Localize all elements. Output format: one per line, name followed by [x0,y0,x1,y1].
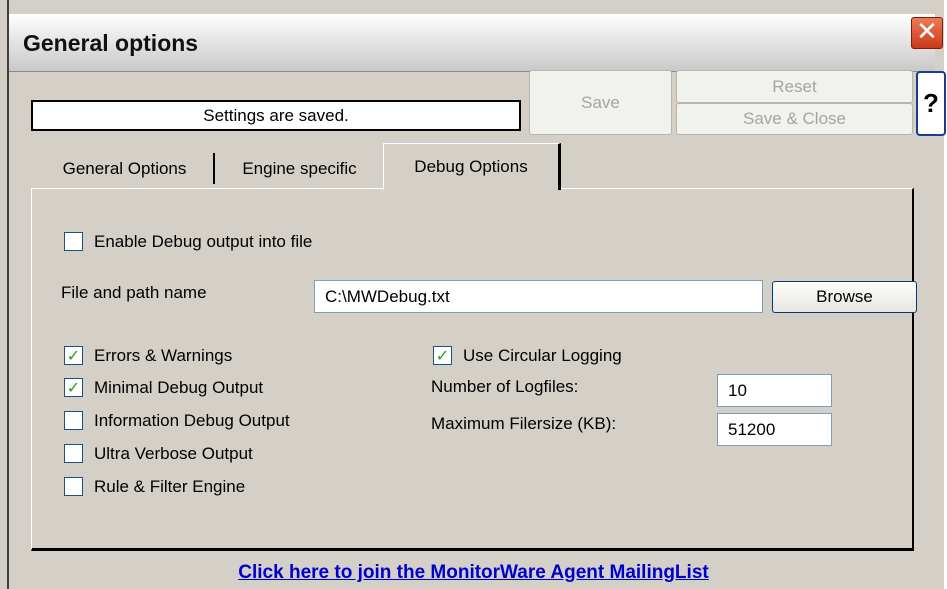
status-text: Settings are saved. [31,100,521,131]
checkmark-icon: ✓ [66,378,81,397]
window-title: General options [23,30,199,56]
circular-logging-checkbox[interactable]: ✓ [433,346,452,365]
tab-divider [213,153,215,184]
max-filesize-input[interactable] [717,413,832,446]
file-path-label: File and path name [61,283,207,302]
num-logfiles-input[interactable] [717,374,832,407]
window-border-left [7,0,9,589]
tab-engine-specific[interactable]: Engine specific [218,150,381,188]
save-button[interactable]: Save [529,70,672,135]
rule-filter-label: Rule & Filter Engine [94,477,246,496]
general-options-window: General options ✕ Settings are saved. Sa… [0,0,947,589]
circular-logging-label: Use Circular Logging [463,346,622,365]
minimal-debug-checkbox[interactable]: ✓ [64,378,83,397]
rule-filter-checkbox[interactable] [64,477,83,496]
enable-debug-label: Enable Debug output into file [94,232,313,251]
file-path-input[interactable] [314,280,763,313]
close-icon[interactable]: ✕ [911,17,943,49]
errors-warnings-checkbox[interactable]: ✓ [64,346,83,365]
ultra-verbose-label: Ultra Verbose Output [94,444,253,463]
information-debug-label: Information Debug Output [94,411,290,430]
tab-debug-options[interactable]: Debug Options [383,143,561,190]
help-icon[interactable]: ? [916,71,946,136]
enable-debug-checkbox[interactable] [64,232,83,251]
errors-warnings-label: Errors & Warnings [94,346,233,365]
minimal-debug-label: Minimal Debug Output [94,378,264,397]
reset-button[interactable]: Reset [676,70,913,103]
mailing-list-link[interactable]: Click here to join the MonitorWare Agent… [0,562,947,584]
num-logfiles-label: Number of Logfiles: [431,377,579,396]
title-bar[interactable]: General options [9,14,935,72]
checkmark-icon: ✓ [66,346,81,365]
tab-general-options[interactable]: General Options [37,150,212,188]
max-filesize-label: Maximum Filersize (KB): [431,414,617,433]
information-debug-checkbox[interactable] [64,411,83,430]
browse-button[interactable]: Browse [772,281,917,313]
save-close-button[interactable]: Save & Close [676,103,913,135]
checkmark-icon: ✓ [435,346,450,365]
ultra-verbose-checkbox[interactable] [64,444,83,463]
